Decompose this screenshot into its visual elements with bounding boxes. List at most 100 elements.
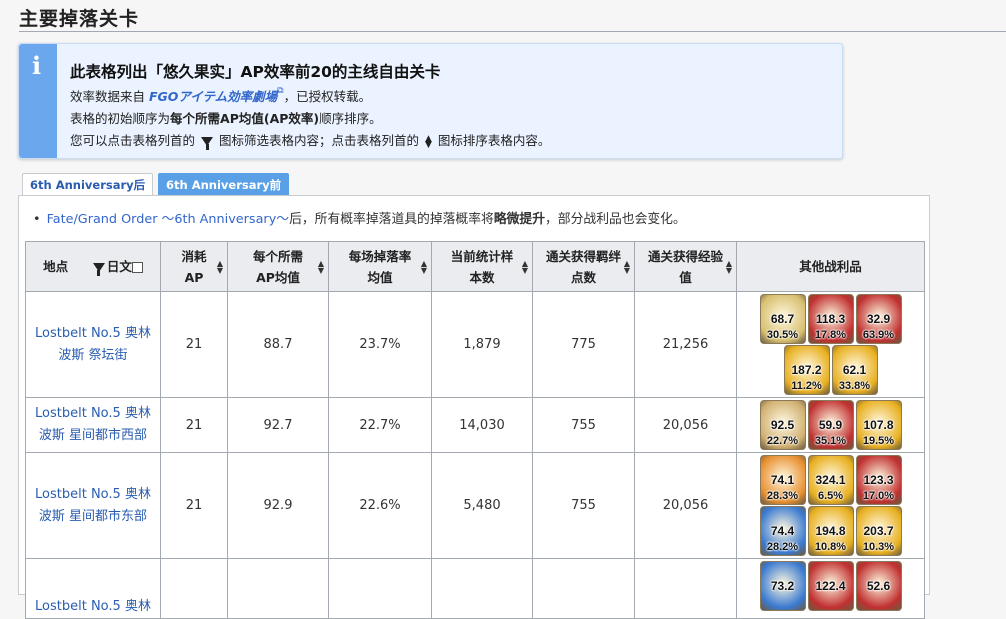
location-link[interactable]: Lostbelt No.5 奥林 bbox=[35, 599, 151, 614]
drop-items: 68.7 30.5% 118.3 17.8% 32.9 63.9% 187.2 11.2% 62… bbox=[740, 292, 921, 397]
info-line-order: 表格的初始顺序为每个所需AP均值(AP效率)顺序排序。 bbox=[70, 108, 382, 127]
tab-before-6th[interactable]: 6th Anniversary前 bbox=[158, 173, 290, 195]
cell-exp: 20,056 bbox=[634, 452, 737, 559]
header-bond[interactable]: 通关获得羁绊点数 ▲ ▼ bbox=[532, 241, 635, 292]
cell-ap-value: 21 bbox=[185, 417, 203, 433]
cell-ap-value: 21 bbox=[185, 337, 203, 352]
drop-items: 73.2 122.4 52.6 bbox=[740, 559, 921, 613]
cell-sample: 1,879 bbox=[431, 291, 533, 398]
gold-spark-icon[interactable]: 194.8 10.8% bbox=[807, 506, 854, 556]
cell-drop-rate: 23.7% bbox=[328, 291, 432, 398]
gold-spark-icon[interactable]: 203.7 10.3% bbox=[855, 506, 902, 556]
info-text: 图标排序表格内容。 bbox=[437, 133, 551, 148]
red-gem-icon[interactable]: 118.3 17.8% bbox=[807, 294, 854, 344]
cell-location: Lostbelt No.5 奥林波斯 星间都市西部 bbox=[25, 397, 161, 453]
page-title: 主要掉落关卡 bbox=[19, 8, 140, 30]
sort-icon[interactable]: ▲ ▼ bbox=[421, 259, 427, 274]
sort-icon[interactable]: ▲ ▼ bbox=[318, 259, 324, 274]
cell-ap: 21 bbox=[160, 452, 228, 559]
anniversary-note: • Fate/Grand Order ～6th Anniversary～后，所有概… bbox=[33, 208, 686, 227]
cell-ap-avg: 92.7 bbox=[227, 397, 329, 453]
header-other: 其他战利品 bbox=[736, 241, 925, 292]
info-bar: i bbox=[19, 44, 57, 158]
blue-orb-icon[interactable]: 74.4 28.2% bbox=[759, 506, 806, 556]
drop-ap-value: 118.3 bbox=[815, 312, 846, 326]
blue-orb-icon[interactable]: 73.2 bbox=[759, 561, 806, 611]
header-drop-rate-label: 每场掉落率均值 bbox=[348, 248, 412, 285]
cell-drop-rate-value: 23.7% bbox=[359, 337, 401, 352]
drop-items: 74.1 28.3% 324.1 6.5% 123.3 17.0% 74.4 28.2% 194… bbox=[740, 453, 921, 558]
sort-icon[interactable]: ▲ ▼ bbox=[624, 259, 630, 274]
jp-toggle-label: 日文 bbox=[106, 259, 132, 274]
cell-bond: 755 bbox=[532, 397, 635, 453]
source-link[interactable]: FGOアイテム効率劇場 bbox=[149, 89, 277, 104]
note-text: ，部分战利品也会变化。 bbox=[545, 212, 686, 227]
title-divider bbox=[19, 31, 1006, 32]
header-location: 地点 日文 bbox=[25, 241, 161, 292]
red-gem-icon[interactable]: 59.9 35.1% bbox=[807, 400, 854, 450]
anniversary-link[interactable]: Fate/Grand Order ～6th Anniversary～ bbox=[47, 212, 290, 227]
drop-ap-value: 324.1 bbox=[815, 473, 846, 487]
cell-bond-value: 775 bbox=[571, 337, 596, 352]
info-box: i 此表格列出「悠久果实」AP效率前20的主线自由关卡 效率数据来自 FGOアイ… bbox=[18, 43, 843, 159]
drop-ap-value: 68.7 bbox=[770, 312, 795, 326]
drop-ap-value: 123.3 bbox=[863, 473, 894, 487]
drop-ap-value: 187.2 bbox=[791, 363, 822, 377]
location-link[interactable]: Lostbelt No.5 奥林波斯 星间都市东部 bbox=[35, 487, 151, 524]
cell-sample-value: 5,480 bbox=[463, 498, 501, 513]
gold-spark-icon[interactable]: 107.8 19.5% bbox=[855, 400, 902, 450]
cell-ap: 21 bbox=[160, 291, 228, 398]
cell-drop-rate: 22.6% bbox=[328, 452, 432, 559]
location-link[interactable]: Lostbelt No.5 奥林波斯 星间都市西部 bbox=[35, 406, 151, 443]
drop-ap-value: 73.2 bbox=[770, 579, 795, 593]
header-sample[interactable]: 当前统计样本数 ▲ ▼ bbox=[431, 241, 533, 292]
cell-location: Lostbelt No.5 奥林波斯 祭坛街 bbox=[25, 291, 161, 398]
sort-icon[interactable]: ▲ ▼ bbox=[522, 259, 528, 274]
cell-exp-value: 20,056 bbox=[662, 417, 709, 433]
filter-icon[interactable] bbox=[92, 263, 105, 276]
cell-bond-value: 755 bbox=[571, 417, 596, 433]
info-text: ，已授权转载。 bbox=[283, 89, 372, 104]
header-exp[interactable]: 通关获得经验值 ▲ ▼ bbox=[634, 241, 737, 292]
drop-ap-value: 74.4 bbox=[770, 524, 795, 538]
location-link[interactable]: Lostbelt No.5 奥林波斯 祭坛街 bbox=[35, 326, 151, 363]
drop-rate-value: 11.2% bbox=[791, 380, 822, 392]
gold-spark-icon[interactable]: 324.1 6.5% bbox=[807, 455, 854, 505]
orange-spark-icon[interactable]: 74.1 28.3% bbox=[759, 455, 806, 505]
header-ap-avg[interactable]: 每个所需AP均值 ▲ ▼ bbox=[227, 241, 329, 292]
drop-ap-value: 92.5 bbox=[770, 418, 795, 432]
cell-ap-avg-value: 92.7 bbox=[263, 417, 293, 433]
info-line-help: 您可以点击表格列首的 图标筛选表格内容；点击表格列首的 ▲ ▼ 图标排序表格内容。 bbox=[70, 130, 551, 150]
header-other-label: 其他战利品 bbox=[799, 259, 862, 274]
sort-icon[interactable]: ▲ ▼ bbox=[217, 259, 223, 274]
cell-other-drops: 92.5 22.7% 59.9 35.1% 107.8 19.5% bbox=[736, 397, 925, 453]
info-line-source: 效率数据来自 FGOアイテム効率劇場⧉，已授权转载。 bbox=[70, 86, 371, 105]
header-drop-rate[interactable]: 每场掉落率均值 ▲ ▼ bbox=[328, 241, 432, 292]
red-gem-icon[interactable]: 32.9 63.9% bbox=[855, 294, 902, 344]
seed-icon[interactable]: 68.7 30.5% bbox=[759, 294, 806, 344]
ring-icon[interactable]: 92.5 22.7% bbox=[759, 400, 806, 450]
drop-rate-value: 33.8% bbox=[838, 380, 871, 392]
gold-spark-icon[interactable]: 62.1 33.8% bbox=[831, 345, 878, 395]
red-gem-icon[interactable]: 122.4 bbox=[807, 561, 854, 611]
drop-rate-value: 10.3% bbox=[862, 541, 895, 553]
sort-icon[interactable]: ▲ ▼ bbox=[726, 259, 732, 274]
red-gem-icon[interactable]: 123.3 17.0% bbox=[855, 455, 902, 505]
header-sample-label: 当前统计样本数 bbox=[450, 248, 514, 285]
cell-exp: 20,056 bbox=[634, 397, 737, 453]
cell-bond: 755 bbox=[532, 452, 635, 559]
cell-ap-avg: 92.9 bbox=[227, 452, 329, 559]
jp-toggle-checkbox[interactable] bbox=[131, 262, 143, 273]
gold-spark-icon[interactable]: 187.2 11.2% bbox=[783, 345, 830, 395]
tab-after-6th[interactable]: 6th Anniversary后 bbox=[22, 173, 154, 196]
cell-exp-value: 21,256 bbox=[662, 337, 709, 352]
info-text: 表格的初始顺序为 bbox=[70, 111, 171, 126]
header-bond-label: 通关获得羁绊点数 bbox=[545, 248, 621, 285]
cell-ap-avg-value: 92.9 bbox=[263, 498, 293, 513]
drop-rate-value: 22.7% bbox=[766, 435, 799, 447]
header-ap[interactable]: 消耗AP ▲ ▼ bbox=[160, 241, 228, 292]
table-row: Lostbelt No.5 奥林波斯 星间都市西部 21 92.7 22.7% 14,0… bbox=[25, 397, 925, 453]
drop-rate-value: 19.5% bbox=[862, 435, 895, 447]
red-gem-icon[interactable]: 52.6 bbox=[855, 561, 902, 611]
drop-ap-value: 74.1 bbox=[770, 473, 795, 487]
